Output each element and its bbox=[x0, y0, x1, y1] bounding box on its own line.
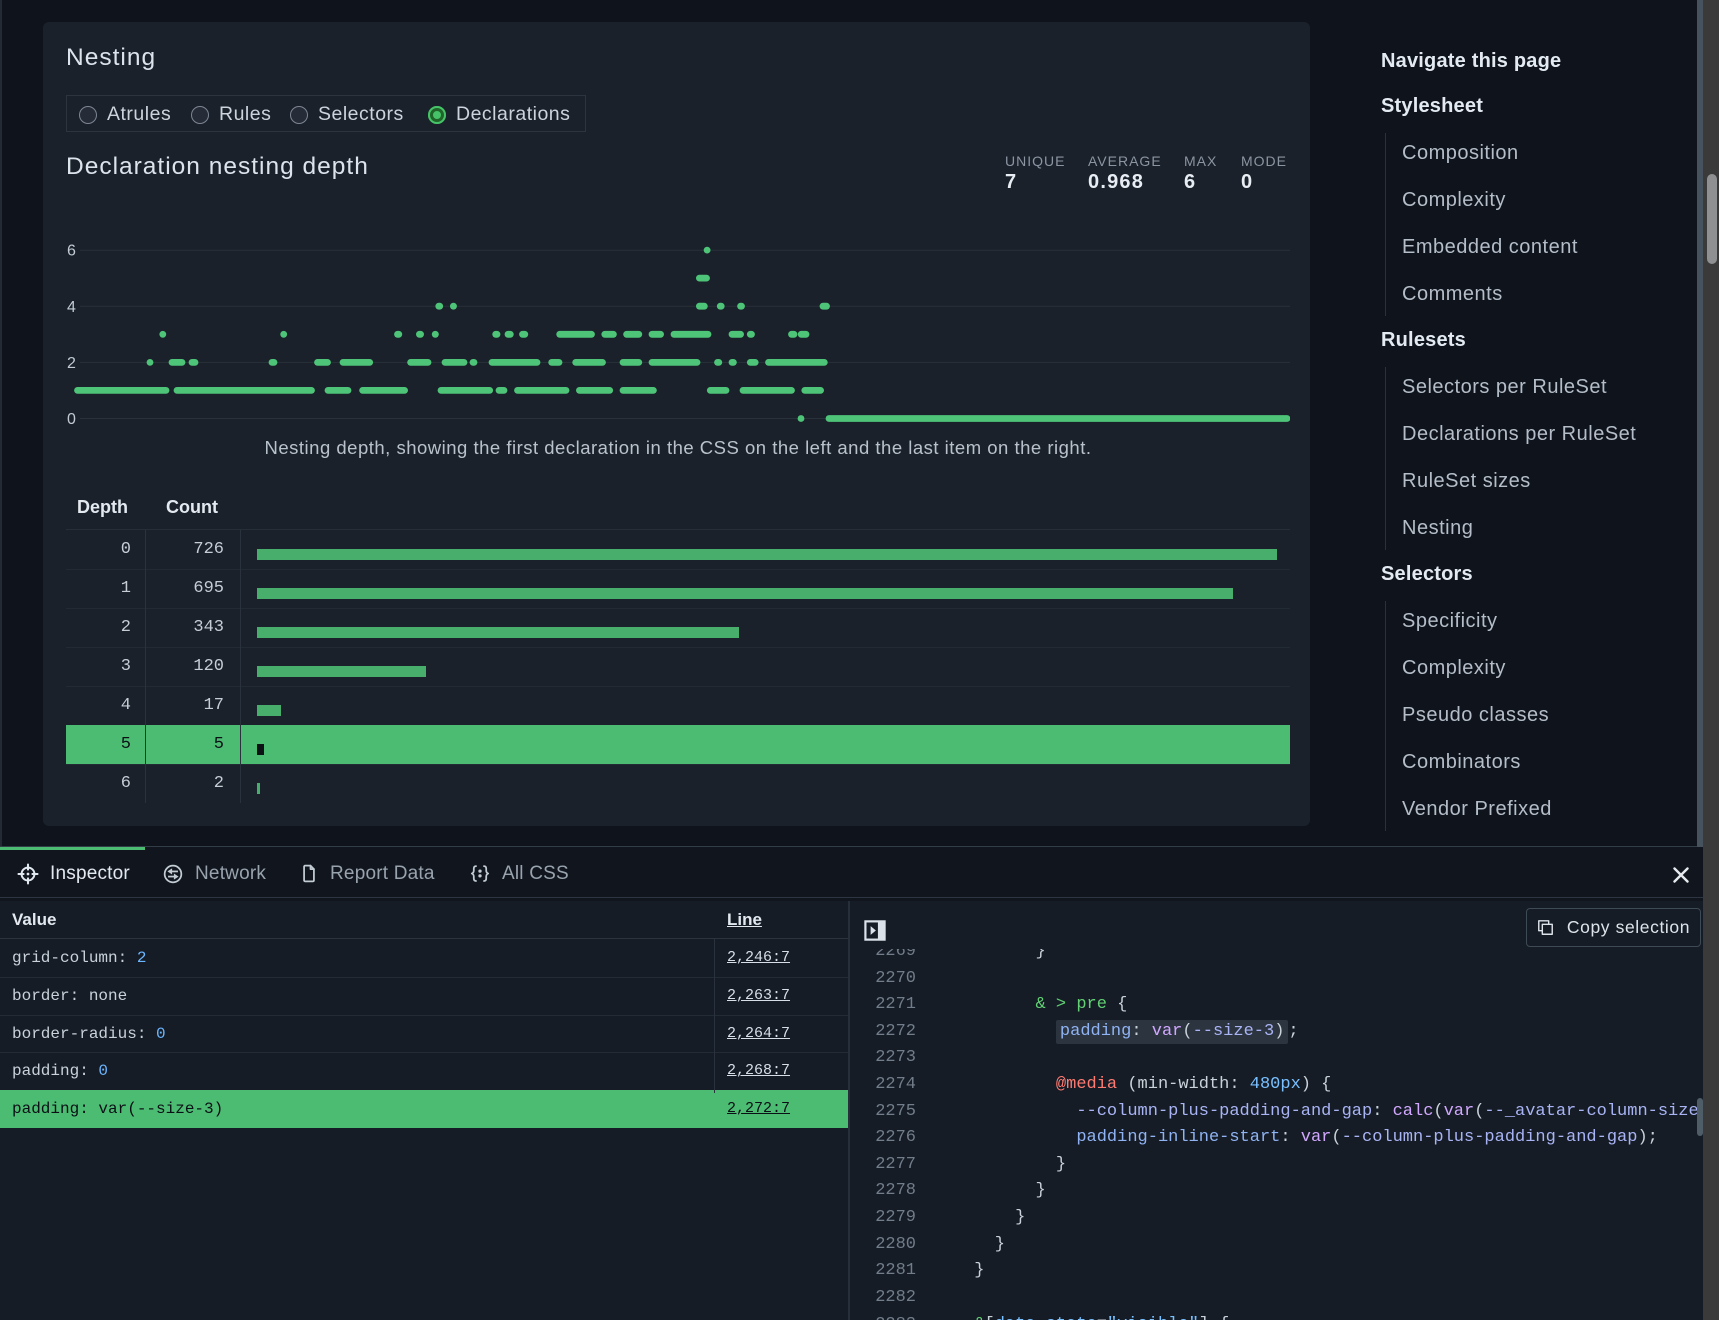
svg-text:6: 6 bbox=[67, 243, 76, 260]
svg-text:4: 4 bbox=[67, 299, 76, 316]
svg-text:2: 2 bbox=[67, 355, 76, 372]
svg-text:0: 0 bbox=[67, 411, 76, 428]
